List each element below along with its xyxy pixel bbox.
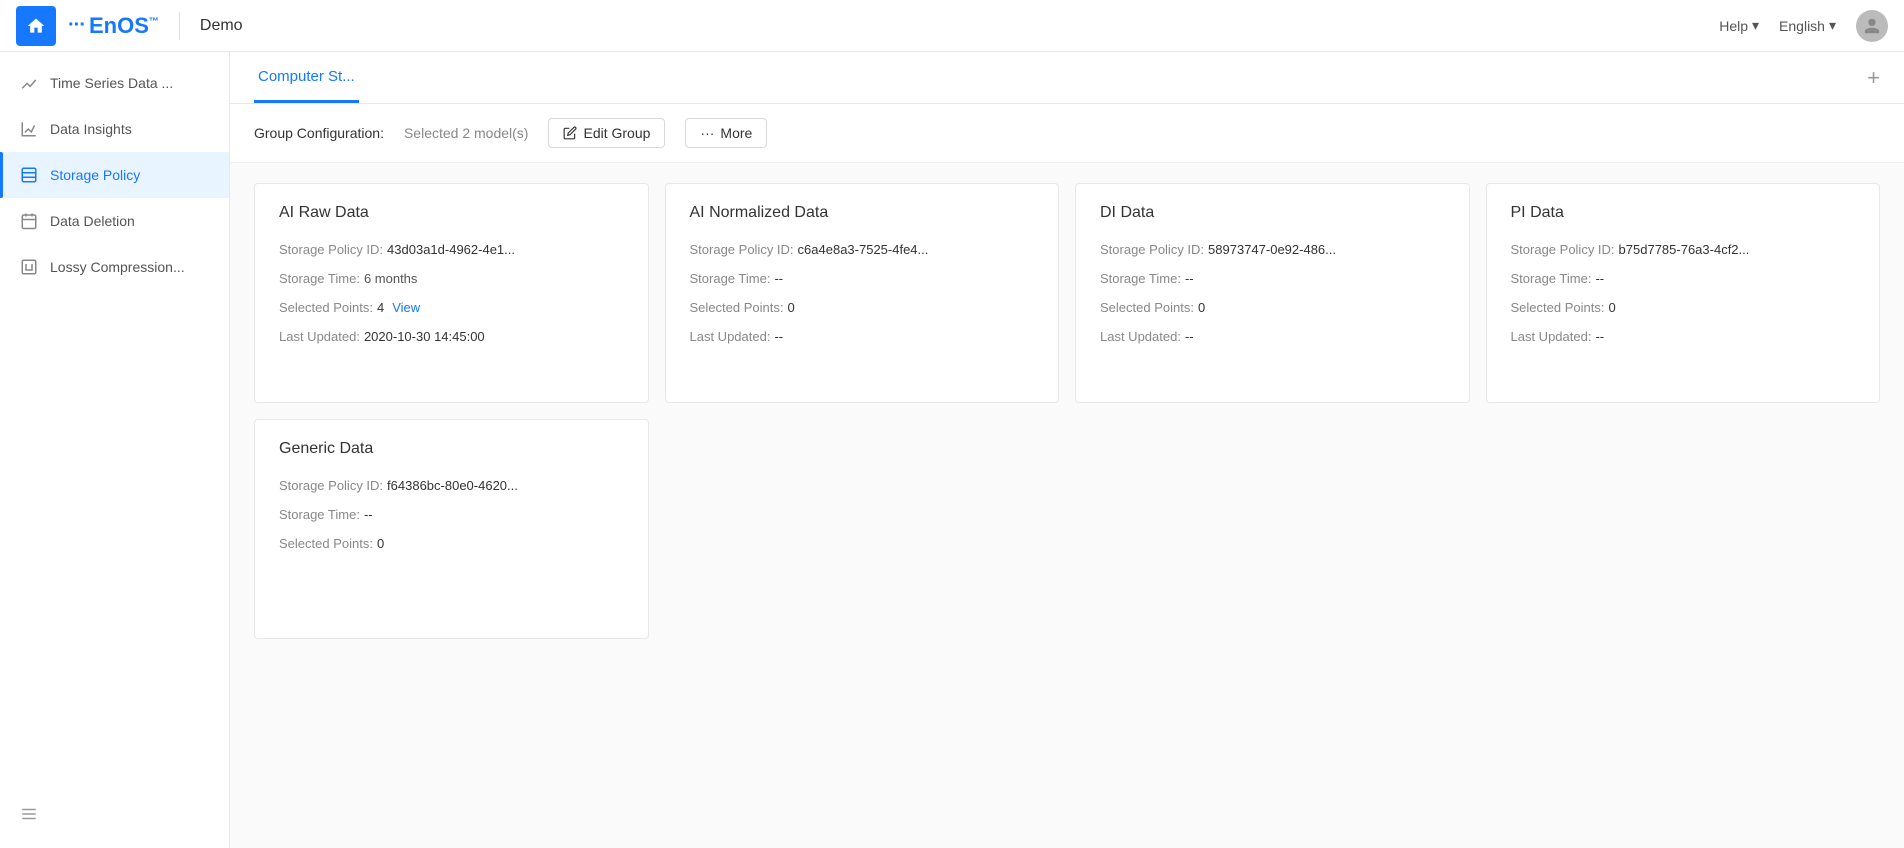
group-config-label: Group Configuration: — [254, 125, 384, 141]
tab-bar: Computer St... — [254, 52, 375, 103]
card-storage-time-field: Storage Time: -- — [1100, 271, 1445, 286]
card-pi-data: PI Data Storage Policy ID: b75d7785-76a3… — [1486, 183, 1881, 403]
card-title: Generic Data — [279, 440, 624, 458]
selected-points-label: Selected Points: — [279, 300, 373, 315]
sidebar-collapse-btn[interactable] — [0, 793, 229, 840]
card-storage-policy-id-field: Storage Policy ID: c6a4e8a3-7525-4fe4... — [690, 242, 1035, 257]
main-layout: Time Series Data ... Data Insights Stora… — [0, 52, 1904, 848]
nav-right: Help ▾ English ▾ — [1719, 10, 1888, 42]
sidebar: Time Series Data ... Data Insights Stora… — [0, 52, 230, 848]
toolbar: Group Configuration: Selected 2 model(s)… — [230, 104, 1904, 163]
add-tab-button[interactable]: + — [1867, 65, 1880, 91]
card-storage-policy-id-field: Storage Policy ID: b75d7785-76a3-4cf2... — [1511, 242, 1856, 257]
edit-group-button[interactable]: Edit Group — [548, 118, 665, 148]
sidebar-item-data-deletion[interactable]: Data Deletion — [0, 198, 229, 244]
card-storage-time-field: Storage Time: -- — [690, 271, 1035, 286]
demo-label: Demo — [200, 17, 243, 35]
sidebar-item-lossy-compression[interactable]: Lossy Compression... — [0, 244, 229, 290]
help-button[interactable]: Help ▾ — [1719, 17, 1759, 34]
card-selected-points-field: Selected Points: 4 View — [279, 300, 624, 315]
card-ai-normalized-data: AI Normalized Data Storage Policy ID: c6… — [665, 183, 1060, 403]
logo: ··· EnOS™ — [68, 13, 159, 39]
sidebar-item-data-insights[interactable]: Data Insights — [0, 106, 229, 152]
home-button[interactable] — [16, 6, 56, 46]
storage-time-label: Storage Time: — [279, 271, 360, 286]
last-updated-label: Last Updated: — [279, 329, 360, 344]
sidebar-item-time-series[interactable]: Time Series Data ... — [0, 60, 229, 106]
card-storage-policy-id-field: Storage Policy ID: 58973747-0e92-486... — [1100, 242, 1445, 257]
cards-row-1: AI Raw Data Storage Policy ID: 43d03a1d-… — [254, 183, 1880, 403]
card-storage-policy-id-field: Storage Policy ID: 43d03a1d-4962-4e1... — [279, 242, 624, 257]
card-storage-time-field: Storage Time: -- — [279, 507, 624, 522]
card-title: AI Normalized Data — [690, 204, 1035, 222]
tab-computer-st[interactable]: Computer St... — [254, 52, 359, 103]
card-di-data: DI Data Storage Policy ID: 58973747-0e92… — [1075, 183, 1470, 403]
card-last-updated-field: Last Updated: -- — [690, 329, 1035, 344]
card-last-updated-field: Last Updated: -- — [1100, 329, 1445, 344]
view-link[interactable]: View — [392, 300, 420, 315]
card-selected-points-field: Selected Points: 0 — [690, 300, 1035, 315]
card-selected-points-field: Selected Points: 0 — [279, 536, 624, 551]
nav-divider — [179, 12, 180, 40]
selected-points-value: 4 — [377, 300, 384, 315]
card-generic-data: Generic Data Storage Policy ID: f64386bc… — [254, 419, 649, 639]
more-button[interactable]: ··· More — [685, 118, 767, 148]
logo-text: EnOS™ — [89, 13, 159, 39]
card-storage-time-field: Storage Time: 6 months — [279, 271, 624, 286]
card-title: PI Data — [1511, 204, 1856, 222]
language-button[interactable]: English ▾ — [1779, 17, 1836, 34]
card-storage-time-field: Storage Time: -- — [1511, 271, 1856, 286]
selected-models: Selected 2 model(s) — [404, 125, 529, 141]
content-header: Computer St... + — [230, 52, 1904, 104]
sidebar-item-storage-policy[interactable]: Storage Policy — [0, 152, 229, 198]
nav-left: ··· EnOS™ Demo — [16, 6, 243, 46]
chevron-down-icon: ▾ — [1829, 17, 1836, 34]
cards-row-2: Generic Data Storage Policy ID: f64386bc… — [254, 419, 1880, 639]
card-storage-policy-id-field: Storage Policy ID: f64386bc-80e0-4620... — [279, 478, 624, 493]
card-selected-points-field: Selected Points: 0 — [1100, 300, 1445, 315]
storage-time-value: 6 months — [364, 271, 417, 286]
storage-policy-id-value: 43d03a1d-4962-4e1... — [387, 242, 515, 257]
card-ai-raw-data: AI Raw Data Storage Policy ID: 43d03a1d-… — [254, 183, 649, 403]
card-title: AI Raw Data — [279, 204, 624, 222]
last-updated-value: 2020-10-30 14:45:00 — [364, 329, 485, 344]
card-last-updated-field: Last Updated: -- — [1511, 329, 1856, 344]
storage-policy-id-label: Storage Policy ID: — [279, 242, 383, 257]
card-last-updated-field: Last Updated: 2020-10-30 14:45:00 — [279, 329, 624, 344]
content-area: Computer St... + Group Configuration: Se… — [230, 52, 1904, 848]
chevron-down-icon: ▾ — [1752, 17, 1759, 34]
cards-container: AI Raw Data Storage Policy ID: 43d03a1d-… — [230, 163, 1904, 848]
logo-dots: ··· — [68, 14, 85, 37]
top-navigation: ··· EnOS™ Demo Help ▾ English ▾ — [0, 0, 1904, 52]
card-selected-points-field: Selected Points: 0 — [1511, 300, 1856, 315]
user-avatar[interactable] — [1856, 10, 1888, 42]
card-title: DI Data — [1100, 204, 1445, 222]
